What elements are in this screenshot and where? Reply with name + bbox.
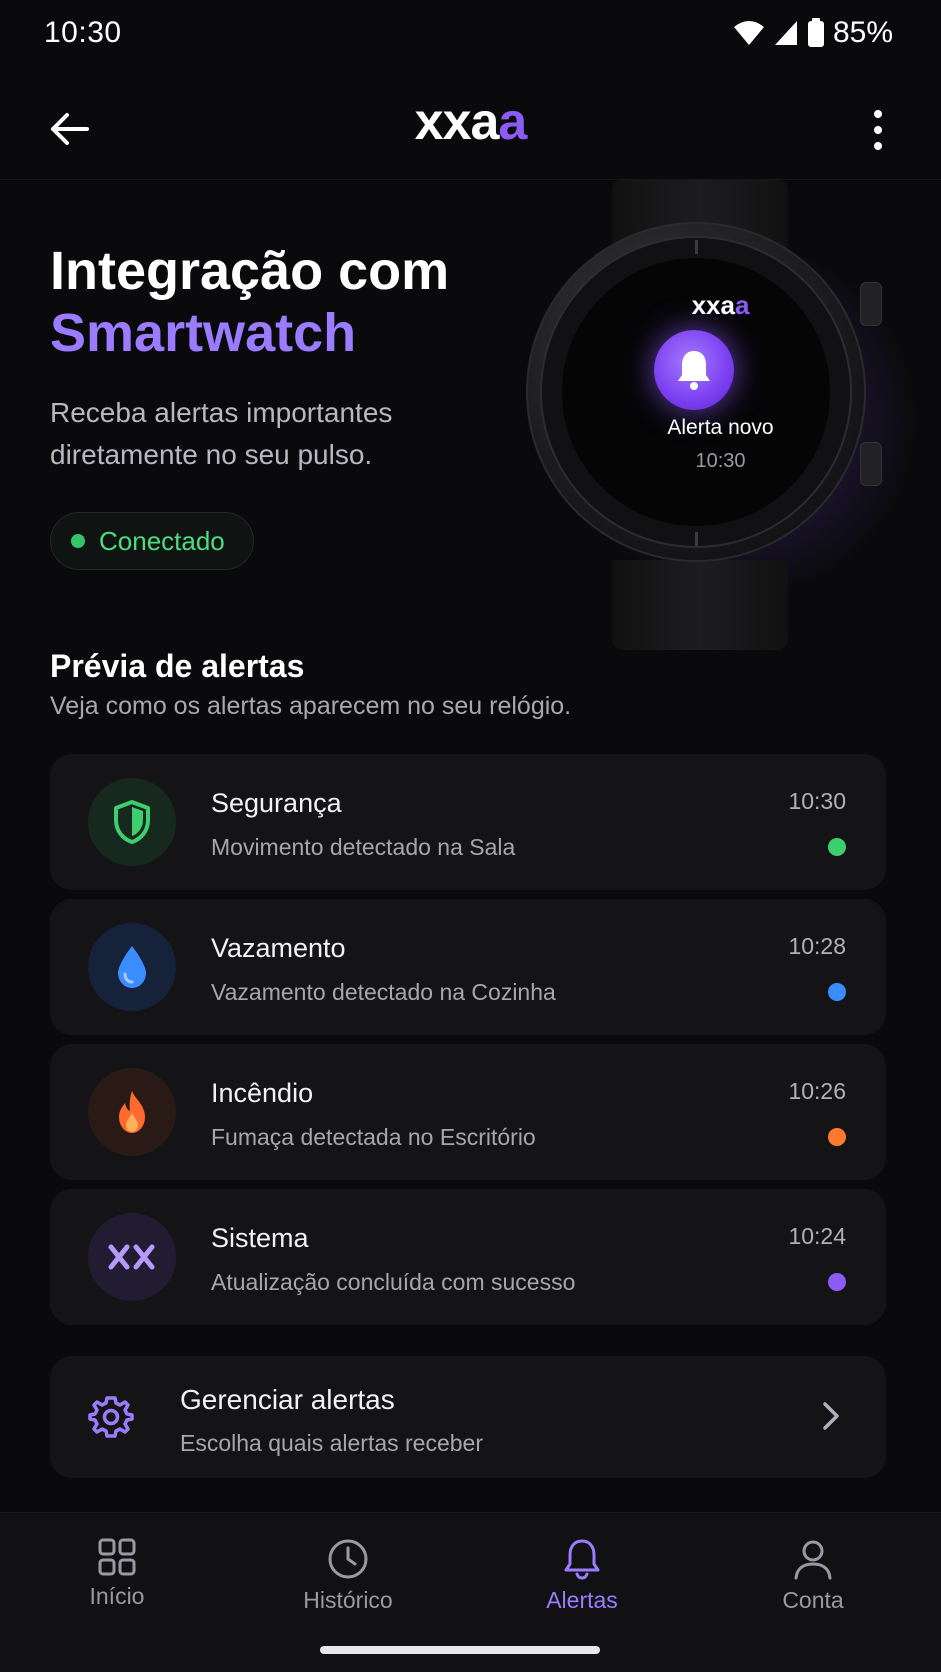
alert-card-system[interactable]: Sistema Atualização concluída com sucess…	[50, 1189, 886, 1325]
connection-status-badge: Conectado	[50, 512, 254, 570]
nav-item-conta[interactable]: Conta	[733, 1537, 893, 1614]
connection-status-label: Conectado	[99, 525, 225, 556]
bezel-tick	[695, 532, 698, 546]
smartwatch-image: xxaa Alerta novo 10:30	[500, 180, 941, 650]
app-logo: xxaa	[414, 93, 528, 151]
battery-level: 85%	[832, 16, 893, 49]
preview-title: Prévia de alertas	[50, 648, 305, 684]
alert-icon-badge	[88, 923, 176, 1011]
alert-icon-badge	[88, 1068, 176, 1156]
nav-label: Início	[89, 1583, 145, 1609]
grid-icon	[98, 1538, 136, 1576]
more-dot	[874, 110, 882, 118]
alert-card-security[interactable]: Segurança Movimento detectado na Sala 10…	[50, 754, 886, 890]
clock-icon	[328, 1539, 368, 1579]
watch-alert-time: 10:30	[695, 450, 746, 472]
alert-title: Vazamento	[211, 933, 346, 963]
hero-title-line2: Smartwatch	[50, 303, 357, 363]
nav-label: Conta	[782, 1587, 844, 1613]
status-dot	[71, 534, 85, 548]
more-dot	[874, 142, 882, 150]
flame-icon	[119, 1091, 145, 1133]
battery-icon	[807, 18, 824, 47]
alert-title: Sistema	[211, 1223, 309, 1253]
alert-description: Fumaça detectada no Escritório	[211, 1124, 536, 1150]
manage-alerts-button[interactable]: Gerenciar alertas Escolha quais alertas …	[50, 1356, 886, 1478]
alert-card-fire[interactable]: Incêndio Fumaça detectada no Escritório …	[50, 1044, 886, 1180]
screen: 10:30 85% xxaa Integração com Smartwatch…	[0, 0, 941, 1672]
chevron-right-icon	[823, 1402, 839, 1430]
hero-title: Integração com Smartwatch	[50, 240, 449, 364]
alert-card-leak[interactable]: Vazamento Vazamento detectado na Cozinha…	[50, 899, 886, 1035]
signal-icon	[774, 21, 797, 45]
bezel-tick	[695, 240, 698, 254]
alert-description: Atualização concluída com sucesso	[211, 1269, 576, 1295]
hero-title-line1: Integração com	[50, 241, 450, 301]
home-indicator[interactable]	[320, 1646, 600, 1654]
watch-alert-label: Alerta novo	[667, 416, 774, 439]
watch-bell-badge	[654, 330, 734, 410]
water-drop-icon	[118, 946, 146, 988]
alert-icon-badge	[88, 778, 176, 866]
watch-face-logo: xxaa	[691, 290, 750, 320]
alert-status-dot	[828, 1273, 846, 1291]
more-options-button[interactable]	[863, 102, 893, 158]
nav-item-alertas[interactable]: Alertas	[502, 1537, 662, 1614]
wifi-icon	[733, 21, 764, 45]
manage-alerts-subtitle: Escolha quais alertas receber	[180, 1430, 483, 1456]
bell-icon	[564, 1539, 600, 1580]
status-icons: 85%	[733, 16, 893, 50]
nav-label: Histórico	[303, 1587, 393, 1613]
alert-time: 10:26	[788, 1078, 846, 1104]
status-time: 10:30	[44, 16, 122, 49]
watch-strap-bottom	[612, 560, 788, 650]
manage-alerts-title: Gerenciar alertas	[180, 1384, 395, 1415]
alert-preview-list: Segurança Movimento detectado na Sala 10…	[50, 754, 886, 1334]
alert-description: Movimento detectado na Sala	[211, 834, 516, 860]
preview-subtitle: Veja como os alertas aparecem no seu rel…	[50, 692, 572, 720]
gear-icon	[88, 1396, 134, 1438]
nav-item-historico[interactable]: Histórico	[268, 1537, 428, 1614]
xx-logo-icon	[108, 1244, 155, 1270]
alert-title: Incêndio	[211, 1078, 314, 1108]
more-dot	[874, 126, 882, 134]
alert-time: 10:24	[788, 1223, 846, 1249]
alert-icon-badge	[88, 1213, 176, 1301]
bell-icon	[678, 351, 710, 390]
alert-status-dot	[828, 838, 846, 856]
app-bar: xxaa	[0, 70, 941, 180]
nav-label: Alertas	[546, 1587, 618, 1613]
alert-description: Vazamento detectado na Cozinha	[211, 979, 556, 1005]
status-bar: 10:30 85%	[0, 0, 941, 70]
hero-subtitle: Receba alertas importantes diretamente n…	[50, 397, 393, 470]
alert-time: 10:30	[788, 788, 846, 814]
alert-status-dot	[828, 1128, 846, 1146]
alert-title: Segurança	[211, 788, 342, 818]
shield-icon	[114, 800, 150, 844]
alert-time: 10:28	[788, 933, 846, 959]
alert-status-dot	[828, 983, 846, 1001]
hero-section: Integração com Smartwatch Receba alertas…	[0, 180, 941, 650]
user-icon	[794, 1540, 832, 1580]
nav-item-inicio[interactable]: Início	[37, 1537, 197, 1610]
